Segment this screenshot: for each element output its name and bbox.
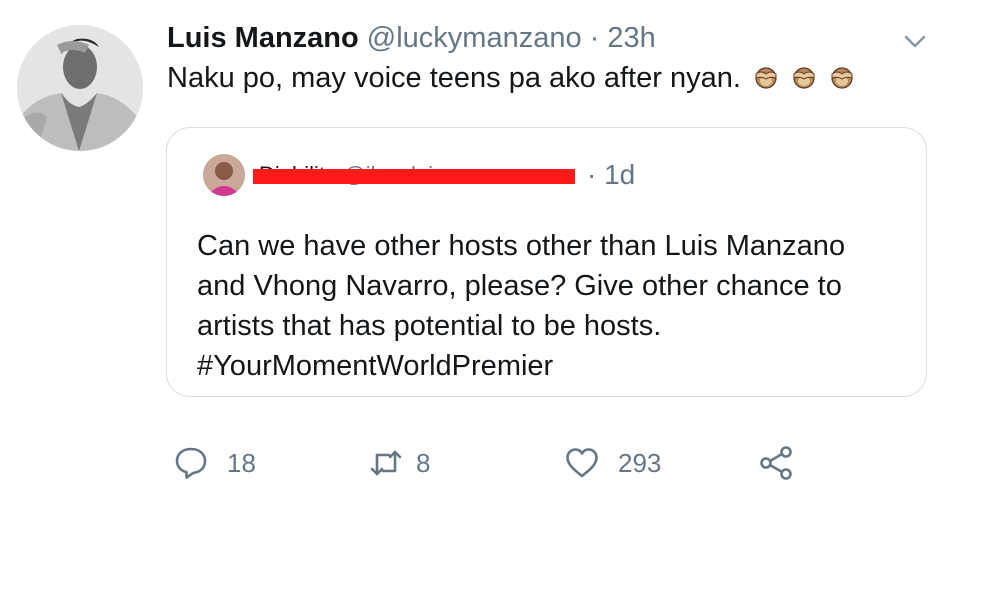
quoted-author-photo <box>203 154 245 196</box>
see-no-evil-monkey-icon <box>831 67 853 89</box>
name-redaction-bar <box>253 169 575 184</box>
quoted-tweet[interactable]: Diabilita @iloveluismanzan · 1d Can we h… <box>166 127 927 397</box>
author-avatar[interactable] <box>17 25 143 151</box>
chevron-down-icon[interactable] <box>900 26 930 56</box>
reply-button[interactable]: 18 <box>173 443 256 483</box>
author-photo <box>17 25 143 151</box>
tweet-timestamp[interactable]: 23h <box>607 22 655 54</box>
quoted-timestamp[interactable]: 1d <box>604 159 635 190</box>
quoted-tweet-text: Can we have other hosts other than Luis … <box>197 230 846 382</box>
tweet-header: Luis Manzano @luckymanzano · 23h <box>167 20 656 56</box>
author-handle[interactable]: @luckymanzano <box>367 22 582 54</box>
quoted-time-line: · 1d <box>587 158 635 192</box>
heart-icon <box>566 448 598 478</box>
quoted-separator-dot: · <box>587 159 597 190</box>
tweet-body: Naku po, may voice teens pa ako after ny… <box>167 62 741 94</box>
see-no-evil-monkey-icon <box>793 67 815 89</box>
like-button[interactable]: 293 <box>564 443 661 483</box>
retweet-count: 8 <box>416 447 431 478</box>
emoji-group <box>749 62 855 94</box>
tweet-text: Naku po, may voice teens pa ako after ny… <box>167 59 855 97</box>
share-button[interactable] <box>758 443 794 483</box>
reply-icon <box>175 447 207 479</box>
share-icon <box>760 446 792 480</box>
like-count: 293 <box>618 447 662 478</box>
retweet-icon <box>370 450 402 476</box>
see-no-evil-monkey-icon <box>755 67 777 89</box>
author-name[interactable]: Luis Manzano <box>167 22 359 54</box>
retweet-button[interactable]: 8 <box>368 443 430 483</box>
reply-count: 18 <box>227 447 256 478</box>
separator-dot: · <box>589 22 600 54</box>
quoted-author-avatar[interactable] <box>203 154 245 196</box>
